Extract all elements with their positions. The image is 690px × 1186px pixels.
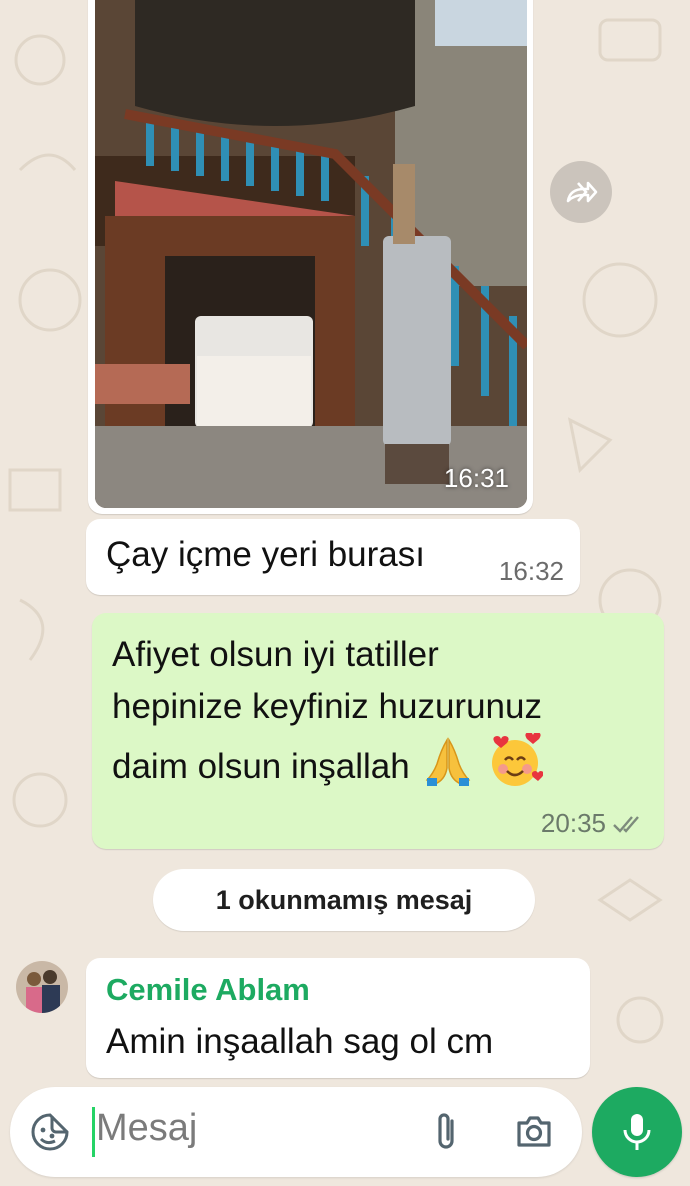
message-time: 16:32 bbox=[498, 556, 564, 586]
share-forward-icon bbox=[566, 181, 598, 203]
attachment-icon bbox=[438, 1113, 454, 1149]
message-line-with-emoji: daim olsun inşallah bbox=[112, 732, 632, 804]
image-timestamp: 16:31 bbox=[443, 463, 509, 493]
unread-count-label: 1 okunmamış mesaj bbox=[215, 884, 473, 915]
message-meta: 20:35 bbox=[541, 808, 646, 839]
shared-photo[interactable]: 16:31 bbox=[95, 0, 527, 508]
forward-button[interactable] bbox=[550, 161, 612, 223]
smiling-face-with-hearts-emoji bbox=[487, 732, 544, 804]
message-line: Afiyet olsun iyi tatiller bbox=[112, 635, 439, 674]
camera-icon bbox=[517, 1116, 551, 1147]
sticker-icon bbox=[31, 1113, 69, 1151]
message-time: 20:35 bbox=[540, 808, 606, 838]
text-cursor bbox=[92, 1107, 95, 1157]
message-text: Çay içme yeri burası bbox=[106, 535, 425, 574]
sticker-button[interactable] bbox=[30, 1112, 70, 1157]
double-check-icon bbox=[613, 815, 639, 833]
microphone-icon bbox=[623, 1114, 651, 1150]
message-text: Afiyet olsun iyi tatiller hepinize keyfi… bbox=[112, 629, 632, 804]
sender-avatar[interactable] bbox=[16, 961, 68, 1013]
camera-button[interactable] bbox=[514, 1111, 554, 1156]
message-line: hepinize keyfiniz huzurunuz bbox=[112, 687, 542, 726]
attach-button[interactable] bbox=[430, 1111, 462, 1158]
unread-messages-divider: 1 okunmamış mesaj bbox=[153, 869, 535, 931]
sender-name[interactable]: Cemile Ablam bbox=[106, 972, 310, 1008]
voice-record-button[interactable] bbox=[592, 1087, 682, 1177]
outgoing-message[interactable]: Afiyet olsun iyi tatiller hepinize keyfi… bbox=[92, 613, 664, 849]
folded-hands-emoji bbox=[425, 736, 471, 801]
incoming-group-message[interactable]: Cemile Ablam Amin inşaallah sag ol cm bbox=[86, 958, 590, 1078]
incoming-message[interactable]: Çay içme yeri burası 16:32 bbox=[86, 519, 580, 595]
message-input[interactable]: Mesaj bbox=[96, 1107, 197, 1150]
message-composer[interactable]: Mesaj bbox=[10, 1087, 582, 1177]
message-text: Amin inşaallah sag ol cm bbox=[106, 1022, 494, 1061]
image-message[interactable]: 16:31 bbox=[88, 0, 533, 514]
message-line: daim olsun inşallah bbox=[112, 746, 410, 786]
